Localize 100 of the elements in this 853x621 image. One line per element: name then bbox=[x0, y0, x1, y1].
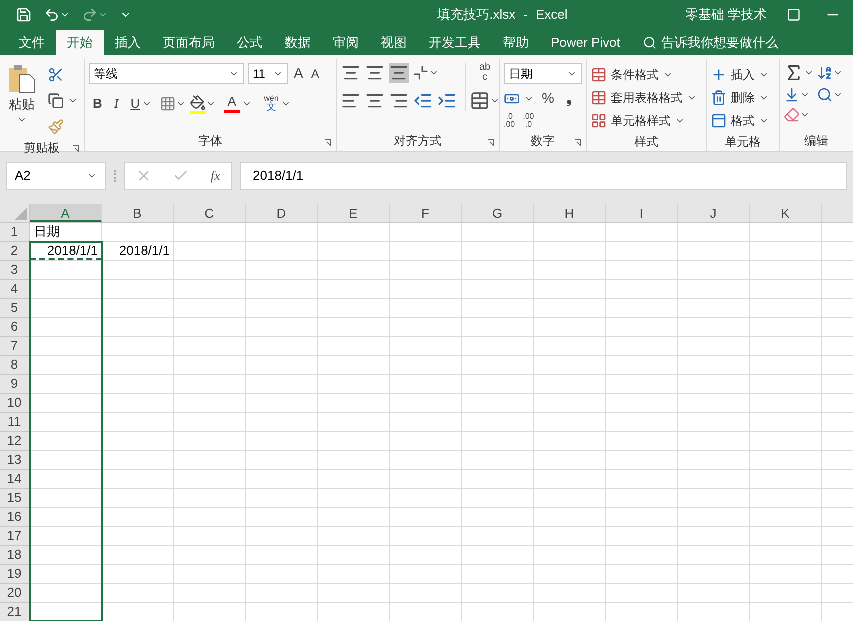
copy-icon[interactable] bbox=[48, 93, 64, 109]
merge-center-icon[interactable] bbox=[470, 91, 490, 111]
number-format-dropdown[interactable]: 日期 bbox=[504, 63, 582, 84]
column-header[interactable]: D bbox=[246, 204, 318, 222]
row-header: 9 bbox=[0, 375, 30, 394]
table-cell: 2018/1/1 bbox=[30, 242, 102, 260]
column-header[interactable]: H bbox=[534, 204, 606, 222]
row-header: 17 bbox=[0, 527, 30, 546]
comma-button[interactable]: ❟ bbox=[566, 88, 572, 109]
increase-decimal-button[interactable]: .0 .00 bbox=[504, 113, 516, 129]
cells-icon bbox=[711, 112, 727, 128]
column-header[interactable]: J bbox=[678, 204, 750, 222]
column-header[interactable]: C bbox=[174, 204, 246, 222]
file-name: 填充技巧.xlsx bbox=[438, 6, 516, 24]
row-header: 14 bbox=[0, 470, 30, 489]
column-header[interactable]: G bbox=[462, 204, 534, 222]
row-header: 20 bbox=[0, 584, 30, 603]
tell-me-search[interactable]: 告诉我你想要做什么 bbox=[643, 30, 778, 55]
decrease-decimal-button[interactable]: .00 .0 bbox=[523, 113, 534, 129]
cells-icon bbox=[711, 90, 727, 106]
dialog-launcher-icon[interactable] bbox=[487, 139, 495, 147]
dialog-launcher-icon[interactable] bbox=[574, 139, 582, 147]
group-label: 数字 bbox=[531, 133, 555, 150]
fill-color-swatch bbox=[190, 110, 206, 114]
row-header: 3 bbox=[0, 261, 30, 280]
row-header: 19 bbox=[0, 565, 30, 584]
ribbon-tab[interactable]: 页面布局 bbox=[152, 30, 226, 55]
paste-button[interactable]: 粘贴 bbox=[4, 63, 40, 139]
font-name-dropdown[interactable]: 等线 bbox=[89, 63, 244, 84]
row-header: 1 bbox=[0, 223, 30, 242]
wrap-text-button[interactable]: ab c bbox=[470, 63, 500, 83]
italic-button[interactable]: I bbox=[110, 92, 123, 116]
row-header: 4 bbox=[0, 280, 30, 299]
grow-font-button[interactable]: A bbox=[292, 63, 306, 84]
row-header: 10 bbox=[0, 394, 30, 413]
column-header[interactable]: A bbox=[30, 204, 102, 222]
column-header[interactable]: B bbox=[102, 204, 174, 222]
cut-icon[interactable] bbox=[48, 67, 64, 83]
ribbon-tab[interactable]: 公式 bbox=[226, 30, 274, 55]
bold-button[interactable]: B bbox=[89, 92, 106, 116]
font-size-dropdown[interactable]: 11 bbox=[248, 63, 288, 84]
font-color-button[interactable]: A bbox=[220, 92, 256, 116]
dialog-launcher-icon[interactable] bbox=[72, 145, 80, 153]
style-icon bbox=[591, 66, 607, 82]
ribbon-tab[interactable]: 开发工具 bbox=[418, 30, 492, 55]
ribbon-display-icon[interactable] bbox=[787, 8, 801, 22]
row-header: 7 bbox=[0, 337, 30, 356]
cells-menu-button[interactable]: 格式 bbox=[711, 109, 769, 132]
row-header: 21 bbox=[0, 603, 30, 621]
bottom-align-icon[interactable] bbox=[389, 63, 409, 83]
title-separator: - bbox=[524, 6, 528, 24]
column-header[interactable]: F bbox=[390, 204, 462, 222]
ribbon-tab[interactable]: 开始 bbox=[56, 30, 104, 55]
style-icon bbox=[591, 90, 607, 106]
redo-icon[interactable] bbox=[82, 7, 98, 23]
ribbon-tab[interactable]: 数据 bbox=[274, 30, 322, 55]
ribbon-tab[interactable]: 视图 bbox=[370, 30, 418, 55]
row-header: 13 bbox=[0, 451, 30, 470]
drag-handle-icon bbox=[114, 170, 116, 182]
column-header[interactable]: E bbox=[318, 204, 390, 222]
ribbon-tab[interactable]: 帮助 bbox=[492, 30, 540, 55]
undo-icon[interactable] bbox=[44, 7, 60, 23]
cells-icon bbox=[711, 66, 727, 82]
styles-menu-button[interactable]: 单元格样式 bbox=[591, 109, 685, 132]
row-header: 2 bbox=[0, 242, 30, 261]
cells-menu-button[interactable]: 删除 bbox=[711, 86, 769, 109]
group-label: 字体 bbox=[198, 133, 222, 150]
dialog-launcher-icon[interactable] bbox=[324, 139, 332, 147]
phonetic-button[interactable]: wén 文 bbox=[260, 92, 295, 116]
ribbon-tab[interactable]: 文件 bbox=[8, 30, 56, 55]
percent-button[interactable]: % bbox=[542, 88, 554, 109]
styles-menu-button[interactable]: 套用表格格式 bbox=[591, 86, 697, 109]
styles-menu-button[interactable]: 条件格式 bbox=[591, 63, 673, 86]
shrink-font-button[interactable]: A bbox=[309, 64, 322, 82]
find-icon[interactable] bbox=[816, 87, 832, 103]
user-name: 零基础 学技术 bbox=[685, 6, 767, 24]
ribbon-tab[interactable]: 审阅 bbox=[322, 30, 370, 55]
row-header: 5 bbox=[0, 299, 30, 318]
column-header[interactable]: I bbox=[606, 204, 678, 222]
fill-icon[interactable] bbox=[784, 87, 800, 103]
formula-input[interactable]: 2018/1/1 bbox=[240, 162, 847, 190]
ribbon-tab[interactable]: Power Pivot bbox=[540, 30, 632, 55]
underline-button[interactable]: U bbox=[126, 92, 156, 116]
name-box[interactable]: A2 bbox=[6, 162, 106, 190]
insert-function-button[interactable]: fx bbox=[210, 166, 220, 186]
group-label: 样式 bbox=[634, 134, 658, 150]
fill-color-icon[interactable] bbox=[190, 94, 206, 110]
borders-icon[interactable] bbox=[160, 96, 176, 112]
group-label: 编辑 bbox=[804, 133, 828, 150]
font-color-swatch bbox=[224, 110, 240, 113]
table-cell-text: 日期 bbox=[33, 223, 61, 241]
cells-menu-button[interactable]: 插入 bbox=[711, 63, 769, 86]
clear-icon[interactable] bbox=[784, 107, 800, 123]
clipboard-icon bbox=[6, 63, 38, 95]
ribbon-tab[interactable]: 插入 bbox=[104, 30, 152, 55]
column-header[interactable]: K bbox=[750, 204, 822, 222]
row-header: 8 bbox=[0, 356, 30, 375]
sort-filter-icon[interactable] bbox=[816, 65, 832, 81]
save-icon[interactable] bbox=[16, 7, 32, 23]
row-header: 18 bbox=[0, 546, 30, 565]
